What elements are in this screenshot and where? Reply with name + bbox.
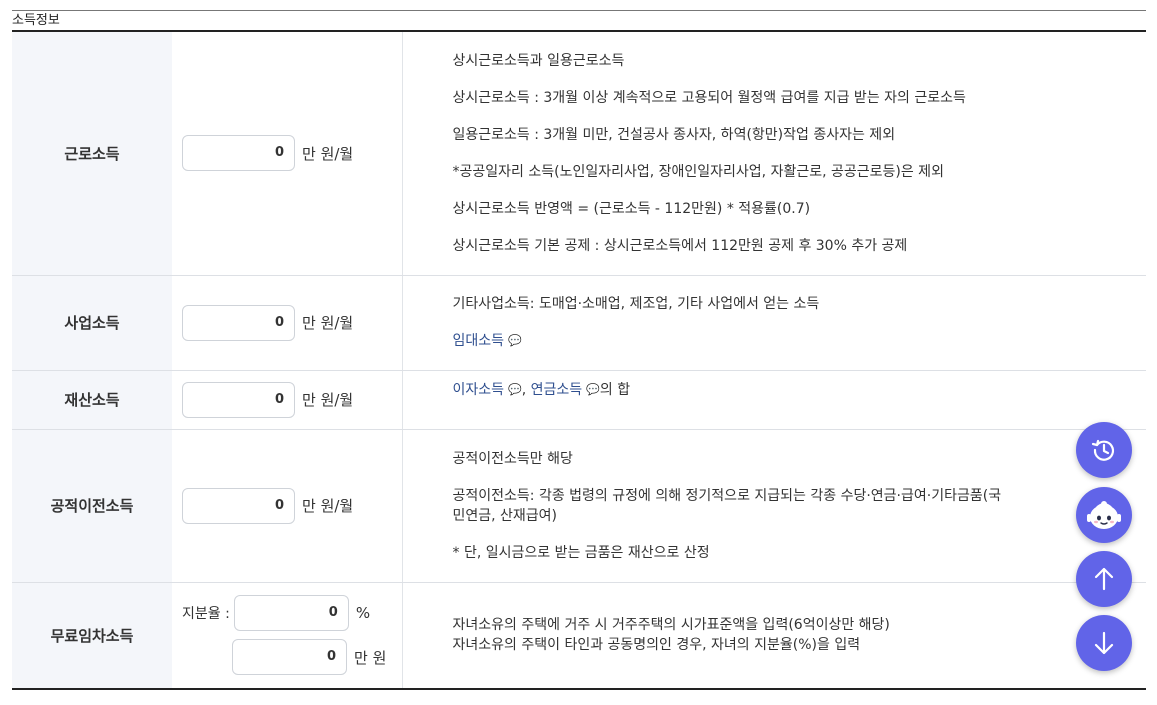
rental-income-link[interactable]: 임대소득 [453,333,505,349]
arrow-down-icon [1094,631,1114,655]
suffix-text: 의 합 [599,381,631,398]
desc-line: 상시근로소득 : 3개월 이상 계속적으로 고용되어 월정액 급여를 지급 받는… [452,89,966,106]
description: 공적이전소득만 해당 공적이전소득: 각종 법령의 규정에 의해 정기적으로 지… [402,429,1146,583]
desc-line: 상시근로소득 기본 공제 : 상시근로소득에서 112만원 공제 후 30% 추… [452,237,908,254]
description: 자녀소유의 주택에 거주 시 거주주택의 시가표준액을 입력(6억이상만 해당)… [402,582,1146,688]
question-bubble-icon[interactable]: 💬 [508,380,522,400]
input-cell: 0 만 원/월 [172,370,403,430]
question-bubble-icon[interactable]: 💬 [586,380,600,400]
share-ratio-label: 지분율 : [182,606,230,623]
desc-line: 공적이전소득: 각종 법령의 규정에 의해 정기적으로 지급되는 각종 수당·연… [452,487,1002,524]
input-cell: 지분율 : 0 % 0 만 원 [172,582,403,688]
business-income-input[interactable]: 0 [182,304,295,341]
input-cell: 0 만 원/월 [172,275,403,371]
row-label: 사업소득 [12,275,172,371]
separator: , [521,381,531,398]
unit-label: 만 원/월 [302,144,354,163]
desc-line: 자녀소유의 주택이 타인과 공동명의인 경우, 자녀의 지분율(%)을 입력 [452,637,861,654]
description: 기타사업소득: 도매업·소매업, 제조업, 기타 사업에서 얻는 소득 임대소득… [402,275,1146,371]
row-label: 재산소득 [12,370,172,430]
recent-history-button[interactable] [1076,422,1132,478]
earned-income-input[interactable]: 0 [182,135,295,172]
section-title: 소득정보 [12,13,60,28]
chatbot-icon [1087,501,1121,529]
row-public-transfer-income: 공적이전소득 0 만 원/월 공적이전소득만 해당 공적이전소득: 각종 법령의 … [12,429,1146,583]
free-rent-amount-group: 0 만 원 [182,639,402,676]
pension-income-link[interactable]: 연금소득 [531,382,583,398]
top-divider [12,10,1146,11]
row-property-income: 재산소득 0만 원/월 이자소득 💬, 연금소득 💬의 합 [12,370,1146,430]
desc-line: 기타사업소득: 도매업·소매업, 제조업, 기타 사업에서 얻는 소득 [452,296,820,312]
input-cell: 0 만 원/월 [172,429,403,583]
percent-unit: % [355,604,371,623]
share-ratio-input[interactable]: 0 [233,595,349,632]
row-free-rent-income: 무료임차소득 지분율 : 0 % 0 만 원 자녀소유의 주택에 거주 시 거주… [12,582,1146,688]
desc-line: 상시근로소득 반영액 = (근로소득 - 112만원) * 적용률(0.7) [452,200,811,217]
description: 상시근로소득과 일용근로소득 상시근로소득 : 3개월 이상 계속적으로 고용되… [402,32,1146,276]
row-label: 근로소득 [12,32,172,276]
row-earned-income: 근로소득 0 만 원/월 상시근로소득과 일용근로소득 상시근로소득 : 3개월 … [12,32,1146,276]
arrow-up-icon [1094,567,1114,591]
unit-label: 만 원/월 [302,314,354,332]
scroll-bottom-button[interactable] [1076,615,1132,671]
row-business-income: 사업소득 0 만 원/월 기타사업소득: 도매업·소매업, 제조업, 기타 사업에… [12,275,1146,371]
desc-line: *공공일자리 소득(노인일자리사업, 장애인일자리사업, 자활근로, 공공근로등… [452,163,944,180]
unit-label: 만 원 [354,648,387,667]
chatbot-button[interactable] [1076,487,1132,543]
share-ratio-group: 지분율 : 0 % [182,595,402,632]
scroll-top-button[interactable] [1076,551,1132,607]
unit-label: 만 원/월 [302,391,354,409]
free-rent-income-input[interactable]: 0 [232,639,347,676]
row-label: 공적이전소득 [12,429,172,583]
question-bubble-icon[interactable]: 💬 [508,331,522,351]
public-transfer-income-input[interactable]: 0 [182,487,295,524]
desc-line: 임대소득 💬 [453,331,1141,351]
row-label: 무료임차소득 [12,582,172,688]
desc-line: * 단, 일시금으로 받는 금품은 재산으로 산정 [452,544,710,561]
desc-line: 일용근로소득 : 3개월 미만, 건설공사 종사자, 하역(항만)작업 종사자는… [452,126,896,143]
desc-line: 상시근로소득과 일용근로소득 [452,52,625,69]
input-cell: 0 만 원/월 [172,32,403,276]
desc-line: 공적이전소득만 해당 [452,450,573,467]
recent-history-icon [1091,439,1115,461]
unit-label: 만 원/월 [302,497,354,515]
property-income-input[interactable]: 0 [182,381,295,418]
description: 이자소득 💬, 연금소득 💬의 합 [402,370,1146,430]
desc-line: 자녀소유의 주택에 거주 시 거주주택의 시가표준액을 입력(6억이상만 해당) [452,617,890,634]
income-table: 근로소득 0 만 원/월 상시근로소득과 일용근로소득 상시근로소득 : 3개월 … [12,30,1146,690]
interest-income-link[interactable]: 이자소득 [453,382,505,398]
desc-line: 이자소득 💬, 연금소득 💬의 합 [453,380,1141,400]
